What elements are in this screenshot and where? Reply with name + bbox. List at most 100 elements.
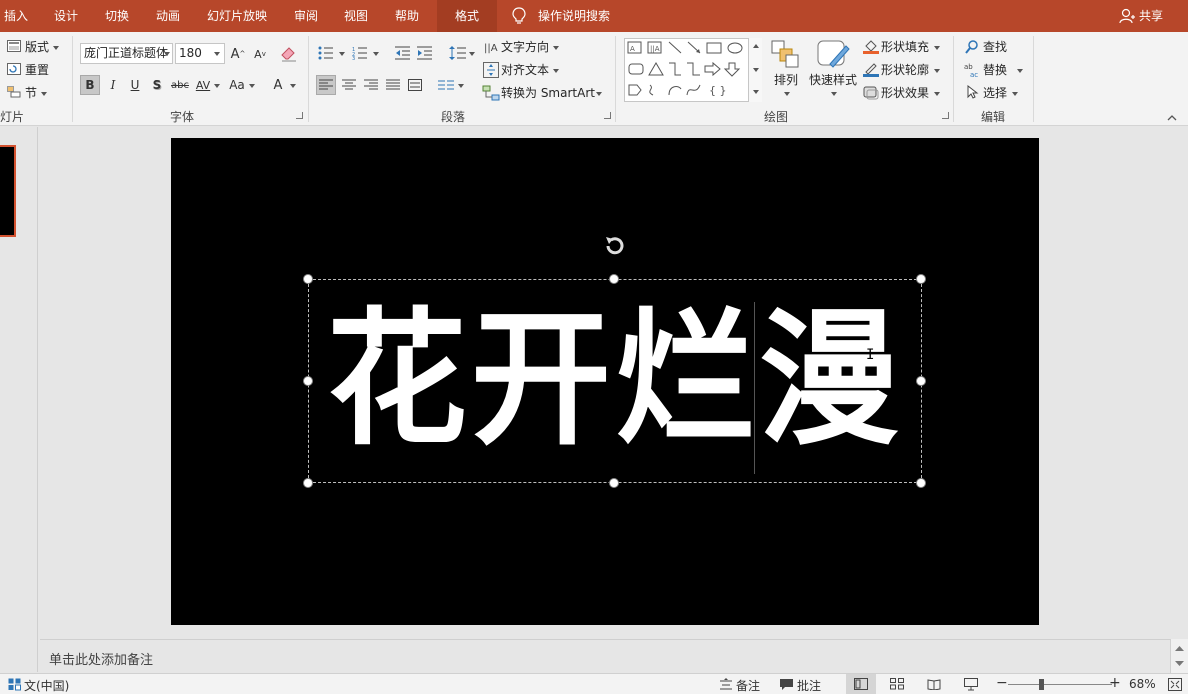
select-button[interactable]: 选择	[983, 86, 1007, 100]
slide-view-status-icon[interactable]	[8, 678, 22, 691]
tab-slideshow[interactable]: 幻灯片放映	[207, 0, 267, 32]
find-button[interactable]: 查找	[983, 40, 1007, 54]
layout-button[interactable]: 版式	[25, 40, 49, 54]
font-color-button[interactable]: A	[268, 75, 288, 95]
text-shadow-button[interactable]: S	[147, 75, 167, 95]
character-spacing-dropdown-icon[interactable]	[214, 84, 220, 88]
align-text-dropdown-icon[interactable]	[553, 69, 559, 73]
gallery-more-icon[interactable]	[753, 90, 759, 94]
zoom-in-icon[interactable]: +	[1109, 675, 1121, 691]
comments-toggle-button[interactable]: 批注	[797, 677, 821, 694]
language-indicator[interactable]: 文(中国)	[24, 677, 69, 694]
shrink-font-button[interactable]: Av	[250, 44, 270, 64]
tab-insert[interactable]: 插入	[4, 0, 28, 32]
gallery-down-icon[interactable]	[753, 68, 759, 72]
zoom-slider-thumb[interactable]	[1039, 679, 1044, 690]
zoom-slider-track[interactable]	[1008, 684, 1112, 685]
rotate-handle-icon[interactable]	[603, 234, 627, 258]
font-name-dropdown-icon[interactable]	[164, 52, 170, 56]
text-box-selection[interactable]	[308, 279, 922, 483]
tab-transitions[interactable]: 切换	[105, 0, 129, 32]
quick-styles-dropdown-icon[interactable]	[831, 92, 837, 96]
slide-thumbnail[interactable]	[0, 145, 16, 237]
clear-formatting-icon[interactable]	[280, 45, 298, 62]
grow-font-button[interactable]: A ^	[228, 44, 248, 64]
bold-button[interactable]: B	[80, 75, 100, 95]
smartart-dropdown-icon[interactable]	[596, 92, 602, 96]
tab-review[interactable]: 审阅	[294, 0, 318, 32]
italic-button[interactable]: I	[103, 75, 123, 95]
zoom-out-icon[interactable]: −	[996, 675, 1008, 691]
share-button[interactable]: 共享	[1139, 0, 1163, 32]
tab-view[interactable]: 视图	[344, 0, 368, 32]
arrange-dropdown-icon[interactable]	[784, 92, 790, 96]
shape-outline-button[interactable]: 形状轮廓	[881, 63, 929, 77]
reset-button[interactable]: 重置	[25, 63, 49, 77]
align-left-button[interactable]	[316, 75, 336, 95]
tab-animations[interactable]: 动画	[156, 0, 180, 32]
replace-dropdown-icon[interactable]	[1017, 69, 1023, 73]
slideshow-icon[interactable]	[964, 678, 978, 691]
text-direction-dropdown-icon[interactable]	[553, 46, 559, 50]
distributed-button[interactable]	[405, 75, 425, 95]
normal-view-button[interactable]	[846, 674, 876, 694]
resize-handle-bottom-left[interactable]	[303, 478, 313, 488]
font-color-dropdown-icon[interactable]	[290, 84, 296, 88]
decrease-indent-icon[interactable]	[395, 46, 411, 60]
select-dropdown-icon[interactable]	[1012, 92, 1018, 96]
replace-button[interactable]: 替换	[983, 63, 1007, 77]
shape-effects-button[interactable]: 形状效果	[881, 86, 929, 100]
resize-handle-bottom-right[interactable]	[916, 478, 926, 488]
strikethrough-button[interactable]: abc	[170, 75, 190, 95]
collapse-ribbon-icon[interactable]	[1167, 114, 1177, 121]
paragraph-dialog-launcher-icon[interactable]	[604, 112, 611, 119]
reading-view-icon[interactable]	[927, 678, 941, 690]
resize-handle-right[interactable]	[916, 376, 926, 386]
columns-dropdown-icon[interactable]	[458, 84, 464, 88]
zoom-level[interactable]: 68%	[1129, 677, 1156, 691]
text-direction-button[interactable]: 文字方向	[501, 40, 549, 54]
character-spacing-button[interactable]: AV	[193, 75, 213, 95]
resize-handle-left[interactable]	[303, 376, 313, 386]
line-spacing-icon[interactable]	[449, 45, 467, 61]
resize-handle-top-left[interactable]	[303, 274, 313, 284]
gallery-up-icon[interactable]	[753, 44, 759, 48]
notes-scrollbar[interactable]	[1170, 639, 1188, 673]
numbering-icon[interactable]: 123	[352, 46, 368, 60]
align-right-button[interactable]	[361, 75, 381, 95]
shape-outline-dropdown-icon[interactable]	[934, 69, 940, 73]
shape-fill-button[interactable]: 形状填充	[881, 40, 929, 54]
increase-indent-icon[interactable]	[417, 46, 433, 60]
shapes-gallery[interactable]: A ||A { }	[624, 38, 762, 102]
align-text-button[interactable]: 对齐文本	[501, 63, 549, 77]
tell-me-search[interactable]: 操作说明搜索	[538, 0, 610, 32]
resize-handle-top[interactable]	[609, 274, 619, 284]
notes-pane[interactable]: 单击此处添加备注	[40, 639, 1170, 673]
change-case-button[interactable]: Aa	[225, 75, 249, 95]
convert-to-smartart-button[interactable]: 转换为 SmartArt	[501, 86, 595, 100]
justify-button[interactable]	[383, 75, 403, 95]
arrange-button[interactable]: 排列	[774, 73, 798, 87]
font-size-dropdown-icon[interactable]	[214, 52, 220, 56]
font-name-combo[interactable]: 庞门正道标题体	[80, 43, 173, 64]
slide-canvas[interactable]: 花开烂漫 I	[171, 138, 1039, 625]
resize-handle-bottom[interactable]	[609, 478, 619, 488]
line-spacing-dropdown-icon[interactable]	[469, 52, 475, 56]
scroll-down-icon[interactable]	[1175, 661, 1184, 667]
shapes-gallery-scroll[interactable]	[748, 38, 762, 102]
shape-fill-dropdown-icon[interactable]	[934, 46, 940, 50]
section-button[interactable]: 节	[25, 86, 37, 100]
slide-sorter-icon[interactable]	[890, 678, 904, 690]
bullets-dropdown-icon[interactable]	[339, 52, 345, 56]
numbering-dropdown-icon[interactable]	[373, 52, 379, 56]
scroll-up-icon[interactable]	[1175, 645, 1184, 651]
underline-button[interactable]: U	[125, 75, 145, 95]
drawing-dialog-launcher-icon[interactable]	[942, 112, 949, 119]
tab-design[interactable]: 设计	[54, 0, 78, 32]
resize-handle-top-right[interactable]	[916, 274, 926, 284]
shape-effects-dropdown-icon[interactable]	[934, 92, 940, 96]
quick-styles-button[interactable]: 快速样式	[809, 73, 857, 87]
notes-toggle-button[interactable]: 备注	[736, 677, 760, 694]
fit-to-window-icon[interactable]	[1168, 678, 1182, 691]
tab-format[interactable]: 格式	[437, 0, 497, 32]
